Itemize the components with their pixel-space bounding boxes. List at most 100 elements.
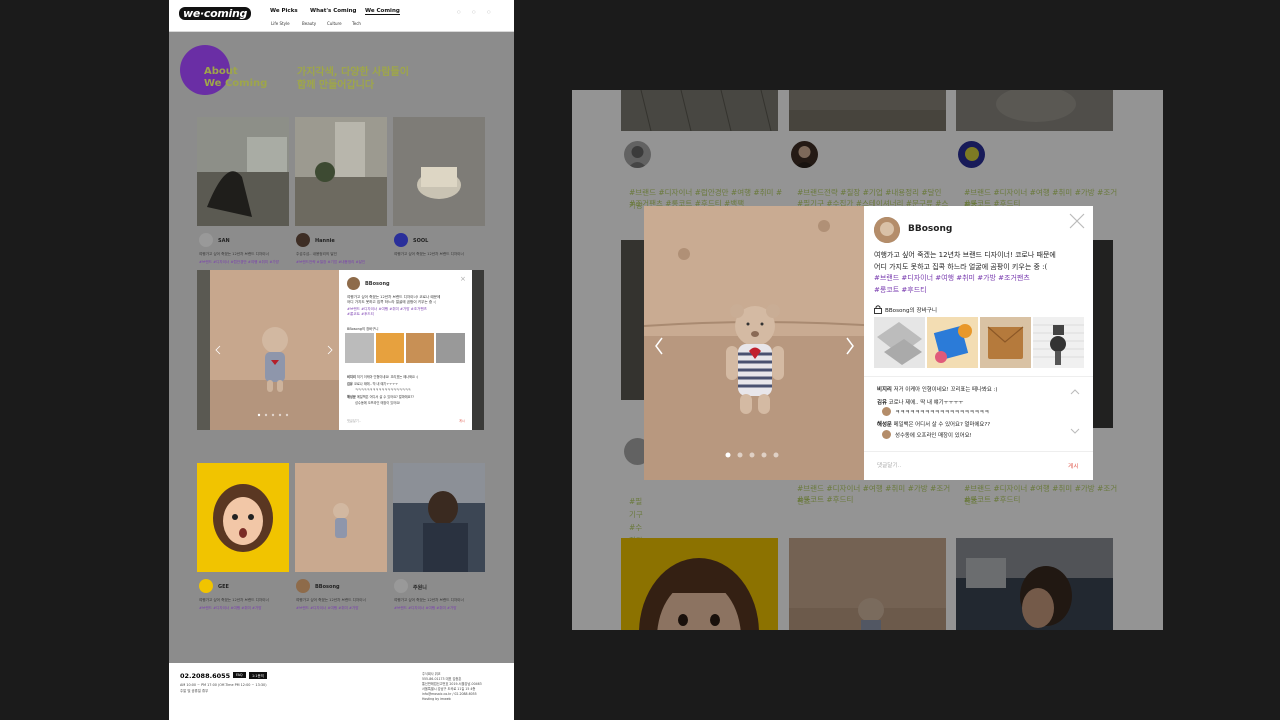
post-button[interactable]: 게시 (1068, 461, 1079, 470)
product-thumb[interactable] (1033, 317, 1084, 368)
product-thumb[interactable] (927, 317, 978, 368)
comment: 비지리 저거 이케아 인형이네요! 꼬리표는 떼나봐요 :) (347, 375, 419, 379)
company-line: Hosting by imweb (422, 696, 451, 701)
avatar[interactable] (296, 579, 310, 593)
thumb-jouni-photo[interactable] (393, 463, 485, 572)
search-icon[interactable]: ○ (487, 9, 491, 14)
comment-input[interactable]: 댓글달기.. (347, 418, 361, 423)
basket-label: BBosong의 장바구니 (347, 327, 379, 331)
modal-tags[interactable]: #롱코트 #후드티 (874, 284, 927, 296)
comment-input[interactable]: 댓글달기.. (877, 461, 901, 469)
avatar[interactable] (394, 233, 408, 247)
thumb-bbosong-photo[interactable] (295, 463, 387, 572)
divider (864, 376, 1093, 377)
avatar[interactable] (296, 233, 310, 247)
card-name[interactable]: GEE (218, 584, 229, 590)
modal-panel: BBosong 여행가고 싶어 죽겠는 12년차 브랜드 디자이너! 코로나 때… (864, 206, 1093, 480)
nav-we-picks[interactable]: We Picks (270, 8, 298, 14)
card-tags[interactable]: #브랜드 #디자이너 #여행 #취미 #가방 (199, 606, 289, 611)
comment: 성수동에 오프라인 매장이 있어요! (355, 401, 401, 405)
card-desc: 주섬주섬.. 내용정리의 달인 (296, 252, 337, 256)
product-thumb[interactable] (874, 317, 925, 368)
card-desc: 여행가고 싶어 죽겠는 12년차 브랜드 디자이너 (199, 252, 269, 256)
modal-tags[interactable]: #롱코트 #후드티 (347, 312, 374, 317)
modal-username[interactable]: BBosong (365, 281, 390, 287)
inquiry-button[interactable]: 1:1문의 (249, 672, 267, 679)
close-icon[interactable] (1069, 213, 1085, 229)
avatar[interactable] (874, 217, 900, 243)
modal-tags[interactable]: #브랜드 #디자이너 #여행 #취미 #가방 #조거팬츠 (874, 272, 1030, 284)
footer-phone: 02.2088.6055 (180, 672, 231, 680)
site-header: we·coming We Picks What's Coming We Comi… (169, 0, 514, 32)
subnav-culture[interactable]: Culture (327, 21, 342, 26)
cart-icon[interactable]: ○ (472, 9, 476, 14)
card-tags[interactable]: #브랜드 #디자이너 #여행 #취미 #가방 (296, 606, 386, 611)
slogan: 가지각색, 다양한 사람들이 함께 만들어갑니다 (297, 67, 409, 91)
avatar[interactable] (394, 579, 408, 593)
chevron-down-icon[interactable] (1070, 428, 1080, 434)
company-line: 통신판매업신고번호 2019-서울강남-00463 (422, 681, 482, 686)
company-line: 서울특별시 강남구 도곡로 11길 15 4층 (422, 686, 476, 691)
card-name[interactable]: Hannie (315, 238, 335, 244)
card-tags[interactable]: #브랜드 #디자이너 #여행 #취미 #가방 (394, 606, 484, 611)
footer-hours: AM 10:00 ~ PM 17:00 (Off-Time PM 12:00 ~… (180, 683, 267, 687)
thumb-gee-photo[interactable] (197, 463, 289, 572)
thumb-sool-photo[interactable] (393, 117, 485, 226)
thumb-san-photo[interactable] (197, 117, 289, 226)
basket-label: BBosong의 장바구니 (885, 308, 938, 314)
product-thumb[interactable] (980, 317, 1031, 368)
subnav-lifestyle[interactable]: Life Style (271, 21, 290, 26)
user-icon[interactable]: ○ (457, 9, 461, 14)
footer-holiday: 주말 및 공휴일 휴무 (180, 689, 209, 693)
site-footer: 02.2088.6055 FAQ 1:1문의 AM 10:00 ~ PM 17:… (169, 663, 514, 720)
zoomed-detail: SAN 여행가고 싶어 죽겠는 12년차 브랜드 디자이너 #브랜드 #디자이너… (572, 90, 1163, 630)
close-icon[interactable]: × (460, 275, 466, 283)
comment: ㅋㅋㅋㅋㅋㅋㅋㅋㅋㅋㅋㅋㅋㅋㅋㅋㅋㅋㅋ (355, 388, 411, 392)
middle-row-photo (472, 270, 484, 430)
comment: 해성문 메일백은 어디서 살 수 있어요? 얼마에요?? (347, 395, 414, 399)
avatar[interactable] (882, 430, 891, 439)
modal-username[interactable]: BBosong (908, 224, 952, 234)
basket-products[interactable] (345, 333, 465, 363)
card-name[interactable]: 주원니 (413, 584, 427, 591)
faq-button[interactable]: FAQ (233, 672, 246, 678)
site-logo[interactable]: we·coming (179, 7, 252, 20)
comment-reply: 성수동에 오프라인 매장이 있어요! (895, 433, 972, 439)
subnav-tech[interactable]: Tech (352, 21, 361, 26)
card-name[interactable]: SAN (218, 238, 230, 244)
comment: 비지리 저거 이케아 인형이네요! 꼬리표는 떼나봐요 :) (877, 387, 998, 393)
modal-panel-small: BBosong × 여행가고 싶어 죽겠는 12년차 브랜드 디자이너! 코로나… (339, 270, 472, 430)
about-title: About We Coming (204, 66, 268, 89)
comment: 김유 코로나 제에.. 딱 내 얘기ㅜㅜㅜㅜ (347, 382, 399, 386)
card-desc: 여행가고 싶어 죽겠는 12년차 브랜드 디자이너 (296, 598, 366, 602)
card-name[interactable]: BBosong (315, 584, 340, 590)
modal-photo-small (210, 270, 340, 430)
nav-we-coming[interactable]: We Coming (365, 8, 400, 15)
avatar[interactable] (199, 579, 213, 593)
nav-whats-coming[interactable]: What's Coming (310, 8, 356, 14)
thumb-hannie-photo[interactable] (295, 117, 387, 226)
comment: 해성문 메일백은 어디서 살 수 있어요? 얼마에요?? (877, 422, 991, 428)
card-tags[interactable]: #브랜드전략 #칠장 #기업 #내용정리 #달인 (296, 260, 386, 265)
post-button[interactable]: 게시 (459, 418, 465, 423)
comment: 김유 코로나 제에.. 딱 내 얘기ㅜㅜㅜㅜ (877, 400, 964, 406)
modal-text: 여행가고 싶어 죽겠는 12년차 브랜드 디자이너! 코로나 때문에 어디 가지… (874, 251, 1056, 271)
company-line: info@mosaic.co.kr / 02.2088.6055 (422, 691, 477, 696)
full-page-preview: we·coming We Picks What's Coming We Comi… (169, 0, 514, 720)
divider (864, 451, 1093, 452)
card-tags[interactable]: #브랜드 #디자이너 #럽안경만 #여행 #취미 #가방 (199, 260, 289, 265)
footer-company: 주식회사 위코 555-86-01173 대표 김종훈 통신판매업신고번호 20… (422, 672, 482, 701)
card-desc: 여행가고 싶어 죽겠는 12년차 브랜드 디자이너 (394, 598, 464, 602)
avatar[interactable] (199, 233, 213, 247)
avatar[interactable] (882, 407, 891, 416)
modal-text: 여행가고 싶어 죽겠는 12년차 브랜드 디자이너! 코로나 때문에 어디 가지… (347, 295, 441, 304)
subnav-beauty[interactable]: Beauty (302, 21, 316, 26)
lock-icon (874, 305, 882, 314)
comment-reply: ㅋㅋㅋㅋㅋㅋㅋㅋㅋㅋㅋㅋㅋㅋㅋㅋㅋㅋㅋ (895, 410, 990, 416)
avatar[interactable] (347, 277, 360, 290)
card-name[interactable]: SOOL (413, 238, 428, 244)
middle-row-photo (197, 270, 211, 430)
card-desc: 여행가고 싶어 죽겠는 12년차 브랜드 디자이너 (199, 598, 269, 602)
chevron-up-icon[interactable] (1070, 389, 1080, 395)
card-desc: 여행가고 싶어 죽겠는 12년차 브랜드 디자이너 (394, 252, 464, 256)
